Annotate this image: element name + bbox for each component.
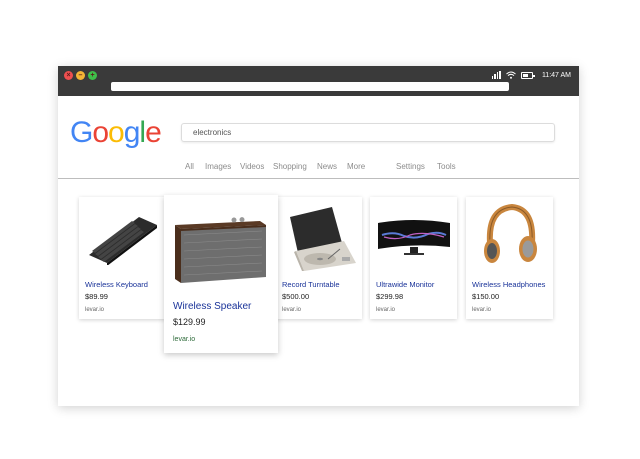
product-source: levar.io [85,307,105,313]
header-divider [58,178,579,179]
status-time: 11:47 AM [541,71,571,79]
search-input[interactable]: electronics [181,123,555,142]
wifi-icon [506,71,516,79]
product-card-headphones[interactable]: Wireless Headphones $150.00 levar.io [466,197,553,319]
maximize-icon: + [90,72,95,79]
logo-letter: o [92,116,109,149]
close-window-button[interactable]: × [64,71,73,80]
browser-window: × – + 11:47 AM Google electronics All Im… [58,66,579,406]
maximize-window-button[interactable]: + [88,71,97,80]
minimize-window-button[interactable]: – [76,71,85,80]
logo-letter: e [145,116,162,149]
title-bar: × – + 11:47 AM [58,66,579,96]
logo-letter: G [70,116,93,149]
tab-settings[interactable]: Settings [396,162,425,171]
product-price: $89.99 [85,292,108,301]
product-title[interactable]: Wireless Headphones [472,280,545,289]
tab-more[interactable]: More [347,162,365,171]
product-price: $299.98 [376,292,404,301]
close-icon: × [66,72,71,79]
minimize-icon: – [78,72,83,79]
product-price: $500.00 [282,292,310,301]
product-price: $129.99 [173,317,206,327]
product-source: levar.io [472,307,492,313]
tab-all[interactable]: All [185,162,194,171]
product-card-monitor[interactable]: Ultrawide Monitor $299.98 levar.io [370,197,457,319]
battery-icon [520,71,535,79]
tab-tools[interactable]: Tools [437,162,456,171]
speaker-image [175,217,266,283]
product-source: levar.io [173,336,196,343]
turntable-image [290,207,356,271]
status-bar: 11:47 AM [491,69,571,81]
tab-shopping[interactable]: Shopping [273,162,307,171]
tab-news[interactable]: News [317,162,337,171]
product-price: $150.00 [472,292,500,301]
product-card-speaker[interactable]: Wireless Speaker $129.99 levar.io [164,195,278,353]
tab-images[interactable]: Images [205,162,231,171]
address-bar[interactable] [111,82,509,91]
signal-icon [491,71,501,79]
product-card-turntable[interactable]: Record Turntable $500.00 levar.io [276,197,362,319]
monitor-image [378,220,450,255]
tab-videos[interactable]: Videos [240,162,264,171]
headphones-image [484,203,537,263]
google-logo[interactable]: Google [70,116,162,150]
keyboard-image [89,217,157,265]
product-title[interactable]: Ultrawide Monitor [376,280,434,289]
logo-letter: o [108,116,125,149]
product-title[interactable]: Wireless Speaker [173,301,251,312]
product-source: levar.io [282,307,302,313]
product-card-keyboard[interactable]: Wireless Keyboard $89.99 levar.io [79,197,166,319]
logo-letter: g [123,116,141,149]
product-title[interactable]: Record Turntable [282,280,340,289]
product-title[interactable]: Wireless Keyboard [85,280,148,289]
product-source: levar.io [376,307,396,313]
